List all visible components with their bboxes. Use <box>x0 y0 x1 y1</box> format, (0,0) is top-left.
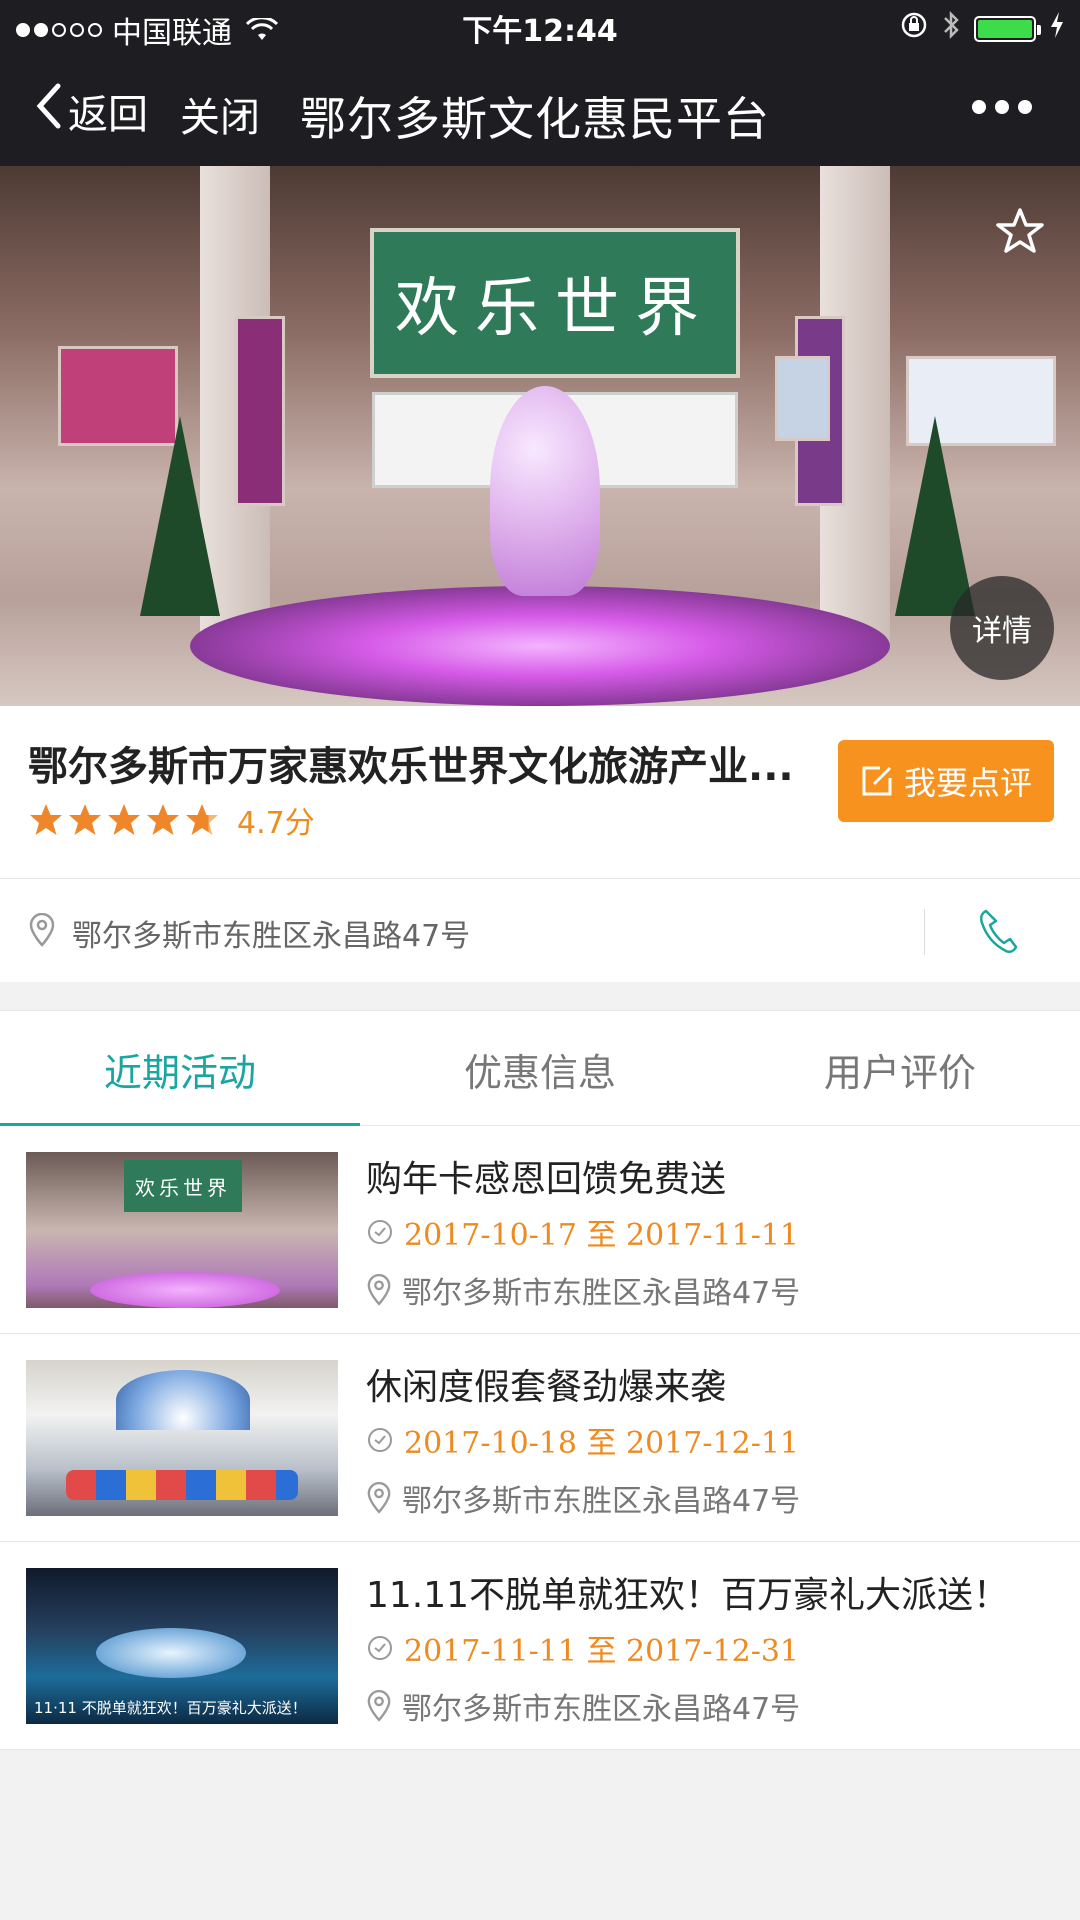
charging-icon <box>1050 12 1064 45</box>
star-outline-icon[interactable] <box>994 206 1046 258</box>
venue-name: 鄂尔多斯市万家惠欢乐世界文化旅游产业... <box>28 744 794 790</box>
location-pin-icon <box>367 1482 391 1514</box>
back-label: 返回 <box>68 92 148 138</box>
hero-swan <box>490 386 600 596</box>
hero-image[interactable]: 欢乐世界 <box>0 166 1080 706</box>
activity-list: 欢乐世界 购年卡感恩回馈免费送 2017-10-17 至 2017-11-11 … <box>0 1126 1080 1750</box>
address-row[interactable]: 鄂尔多斯市东胜区永昌路47号 <box>0 878 1080 982</box>
edit-icon <box>862 766 892 796</box>
activity-date-text: 2017-10-17 至 2017-11-11 <box>404 1218 800 1253</box>
navigation-bar: 返回 关闭 鄂尔多斯文化惠民平台 <box>0 54 1080 166</box>
location-pin-icon <box>29 913 55 947</box>
star-icon <box>147 804 179 835</box>
top-bar: 中国联通 下午12:44 返回 关闭 鄂尔多斯文化惠民平台 <box>0 0 1080 166</box>
activity-thumbnail: 11·11 不脱单就狂欢！百万豪礼大派送！ <box>26 1568 338 1724</box>
thumbnail-sign: 欢乐世界 <box>124 1160 242 1212</box>
activity-address-text: 鄂尔多斯市东胜区永昌路47号 <box>402 1484 801 1519</box>
clock-icon <box>368 1428 392 1452</box>
star-icon <box>69 804 101 835</box>
activity-date: 2017-11-11 至 2017-12-31 <box>366 1626 799 1670</box>
list-item[interactable]: 11·11 不脱单就狂欢！百万豪礼大派送！ 11.11不脱单就狂欢！百万豪礼大派… <box>0 1542 1080 1750</box>
page-title: 鄂尔多斯文化惠民平台 <box>300 92 770 146</box>
activity-address-text: 鄂尔多斯市东胜区永昌路47号 <box>402 1276 801 1311</box>
list-item[interactable]: 休闲度假套餐劲爆来袭 2017-10-18 至 2017-12-11 鄂尔多斯市… <box>0 1334 1080 1542</box>
activity-thumbnail: 欢乐世界 <box>26 1152 338 1308</box>
activity-thumbnail <box>26 1360 338 1516</box>
status-bar: 中国联通 下午12:44 <box>0 0 1080 54</box>
rating-score: 4.7分 <box>237 806 315 841</box>
detail-button[interactable]: 详情 <box>950 576 1054 680</box>
hero-fountain <box>190 586 890 706</box>
status-right <box>900 10 1064 47</box>
activity-date: 2017-10-18 至 2017-12-11 <box>366 1418 799 1462</box>
venue-info: 鄂尔多斯市万家惠欢乐世界文化旅游产业... 4.7分 我要点评 <box>0 706 1080 878</box>
activity-date-text: 2017-11-11 至 2017-12-31 <box>404 1634 800 1669</box>
more-icon[interactable] <box>972 100 1032 114</box>
rating: 4.7分 <box>28 798 315 842</box>
activity-address: 鄂尔多斯市东胜区永昌路47号 <box>366 1684 800 1728</box>
activity-title: 11.11不脱单就狂欢！百万豪礼大派送！ <box>366 1575 1010 1616</box>
activity-address-text: 鄂尔多斯市东胜区永昌路47号 <box>402 1692 801 1727</box>
activity-date-text: 2017-10-18 至 2017-12-11 <box>404 1426 800 1461</box>
location-pin-icon <box>367 1274 391 1306</box>
close-button[interactable]: 关闭 <box>180 85 260 143</box>
venue-address: 鄂尔多斯市东胜区永昌路47号 <box>72 919 471 954</box>
battery-icon <box>974 15 1041 42</box>
star-icon <box>108 804 140 835</box>
star-icon-partial <box>186 804 218 835</box>
lock-rotation-icon <box>900 11 928 46</box>
bluetooth-icon <box>942 10 960 47</box>
write-review-button[interactable]: 我要点评 <box>838 740 1054 822</box>
phone-icon[interactable] <box>976 907 1020 955</box>
tab-recent-activities[interactable]: 近期活动 <box>0 1011 360 1128</box>
list-item[interactable]: 欢乐世界 购年卡感恩回馈免费送 2017-10-17 至 2017-11-11 … <box>0 1126 1080 1334</box>
location-pin-icon <box>367 1690 391 1722</box>
tab-bar: 近期活动 优惠信息 用户评价 <box>0 1010 1080 1128</box>
activity-title: 休闲度假套餐劲爆来袭 <box>366 1367 727 1408</box>
back-chevron-icon <box>34 82 68 140</box>
divider <box>924 909 925 955</box>
tab-offers[interactable]: 优惠信息 <box>360 1011 720 1127</box>
activity-date: 2017-10-17 至 2017-11-11 <box>366 1210 799 1254</box>
hero-sign: 欢乐世界 <box>370 228 740 378</box>
clock-icon <box>368 1220 392 1244</box>
clock-icon <box>368 1636 392 1660</box>
activity-address: 鄂尔多斯市东胜区永昌路47号 <box>366 1268 800 1312</box>
star-icon <box>30 804 62 835</box>
activity-address: 鄂尔多斯市东胜区永昌路47号 <box>366 1476 800 1520</box>
write-review-label: 我要点评 <box>903 764 1032 802</box>
tab-user-reviews[interactable]: 用户评价 <box>720 1011 1080 1127</box>
back-button[interactable]: 返回 <box>34 82 148 140</box>
thumbnail-caption: 11·11 不脱单就狂欢！百万豪礼大派送！ <box>34 1699 307 1717</box>
activity-title: 购年卡感恩回馈免费送 <box>366 1159 727 1200</box>
